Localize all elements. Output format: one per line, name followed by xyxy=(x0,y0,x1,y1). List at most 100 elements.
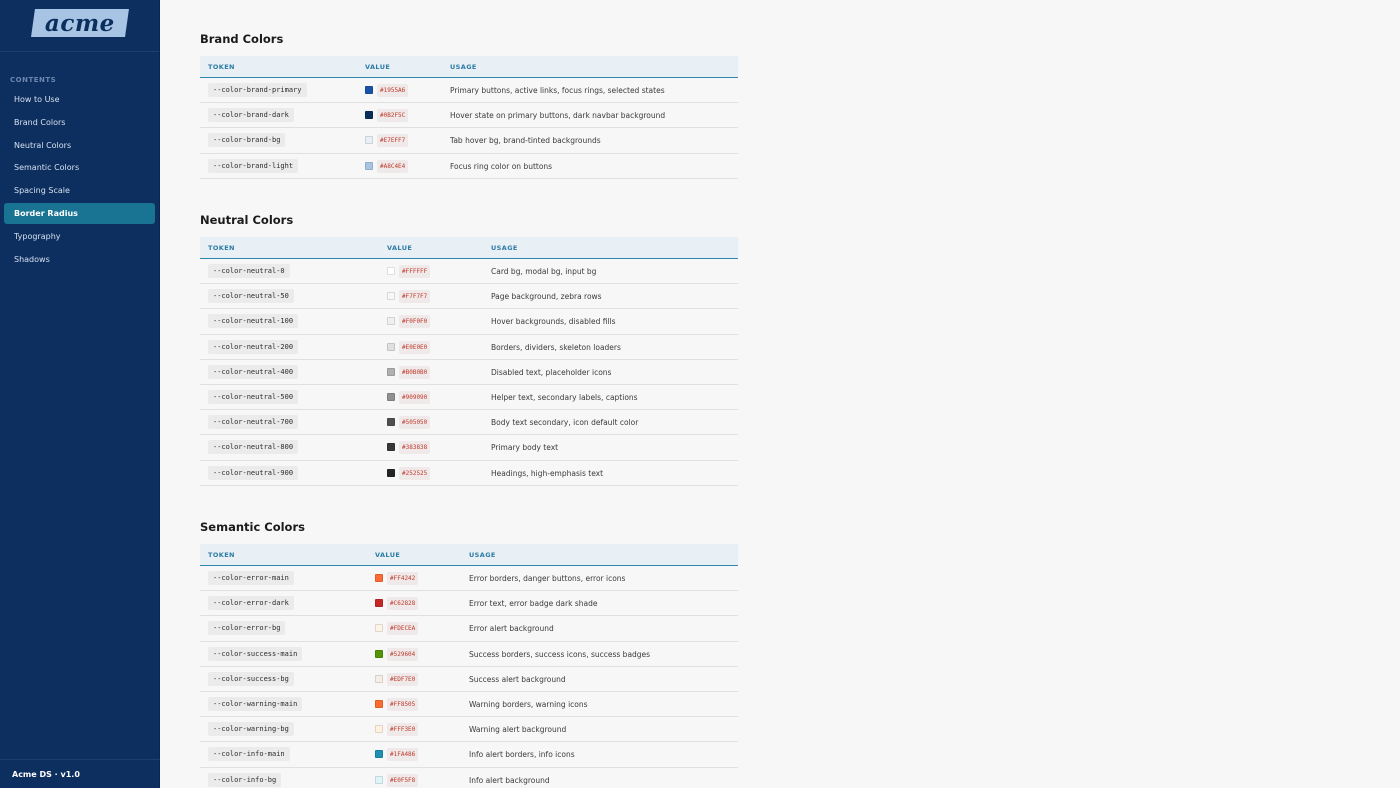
usage-text: Info alert borders, info icons xyxy=(469,750,575,760)
table-row: --color-success-bg #EDF7E0 Success alert b… xyxy=(200,667,738,692)
table-row: --color-neutral-800 #383838 Primary body t… xyxy=(200,435,738,461)
token-name[interactable]: --color-neutral-100 xyxy=(208,314,299,329)
column-header-value: VALUE xyxy=(387,244,413,252)
usage-text: Body text secondary, icon default color xyxy=(491,418,639,428)
token-name[interactable]: --color-neutral-800 xyxy=(208,440,299,455)
color-swatch xyxy=(375,574,383,582)
hex-value[interactable]: #FFFFFF xyxy=(399,265,431,278)
token-name[interactable]: --color-neutral-900 xyxy=(208,465,299,480)
usage-text: Tab hover bg, brand-tinted backgrounds xyxy=(450,136,601,146)
table-row: --color-neutral-900 #252525 Headings, high… xyxy=(200,461,738,486)
table-row: --color-error-main #FF4242 Error borders, … xyxy=(200,566,738,592)
hex-value[interactable]: #FF4242 xyxy=(387,572,419,585)
hex-value[interactable]: #1955A6 xyxy=(377,84,409,97)
usage-text: Warning alert background xyxy=(469,725,567,735)
token-name[interactable]: --color-info-bg xyxy=(208,772,282,787)
brand-colors-title: Brand Colors xyxy=(200,32,284,46)
sidebar-item-how-to-use[interactable]: How to Use xyxy=(4,89,155,110)
token-name[interactable]: --color-error-main xyxy=(208,571,294,585)
contents-label: CONTENTS xyxy=(10,76,57,84)
token-name[interactable]: --color-error-bg xyxy=(208,621,286,636)
hex-value[interactable]: #909090 xyxy=(399,390,431,404)
logo-area: acme xyxy=(0,0,159,52)
token-name[interactable]: --color-info-main xyxy=(208,747,290,762)
table-row: --color-neutral-50 #F7F7F7 Page background… xyxy=(200,284,738,310)
hex-value[interactable]: #252525 xyxy=(399,466,431,480)
token-name[interactable]: --color-neutral-500 xyxy=(208,389,299,404)
token-name[interactable]: --color-success-main xyxy=(208,646,303,661)
token-name[interactable]: --color-brand-light xyxy=(208,158,299,173)
hex-value[interactable]: #0B2F5C xyxy=(377,109,409,123)
hex-value[interactable]: #FF8505 xyxy=(387,697,419,711)
hex-value[interactable]: #C62828 xyxy=(387,597,419,611)
token-name[interactable]: --color-warning-bg xyxy=(208,722,294,737)
column-header-value: VALUE xyxy=(375,551,401,559)
hex-value[interactable]: #505050 xyxy=(399,416,431,430)
color-swatch xyxy=(387,418,395,427)
color-swatch xyxy=(365,161,373,170)
token-name[interactable]: --color-neutral-700 xyxy=(208,415,299,430)
color-swatch xyxy=(365,111,373,120)
table-row: --color-info-main #1FA486 Info alert borde… xyxy=(200,742,738,768)
token-name[interactable]: --color-brand-dark xyxy=(208,108,294,123)
hex-value[interactable]: #E7EFF7 xyxy=(377,134,409,148)
token-name[interactable]: --color-success-bg xyxy=(208,671,294,686)
usage-text: Error alert background xyxy=(469,624,554,634)
table-row: --color-neutral-0 #FFFFFF Card bg, modal b… xyxy=(200,259,738,285)
hex-value[interactable]: #383838 xyxy=(399,441,431,455)
color-swatch xyxy=(375,775,383,784)
hex-value[interactable]: #FFF3E0 xyxy=(387,723,419,737)
sidebar-item-border-radius[interactable]: Border Radius xyxy=(4,202,155,224)
color-swatch xyxy=(375,725,383,734)
sidebar-item-brand-colors[interactable]: Brand Colors xyxy=(4,112,155,133)
table-row: --color-warning-main #FF8505 Warning borde… xyxy=(200,692,738,718)
table-row: --color-info-bg #E0F5F8 Info alert backgro… xyxy=(200,768,738,788)
sidebar-nav: How to Use Brand Colors Neutral Colors S… xyxy=(4,89,155,271)
token-name[interactable]: --color-error-dark xyxy=(208,596,294,611)
table-row: --color-neutral-200 #E0E0E0 Borders, divid… xyxy=(200,335,738,360)
token-name[interactable]: --color-neutral-200 xyxy=(208,339,299,354)
table-row: --color-brand-dark #0B2F5C Hover state on … xyxy=(200,103,738,129)
token-name[interactable]: --color-brand-primary xyxy=(208,83,307,97)
hex-value[interactable]: #E0F5F8 xyxy=(387,773,419,787)
token-name[interactable]: --color-neutral-400 xyxy=(208,364,299,379)
hex-value[interactable]: #F0F0F0 xyxy=(399,315,431,329)
sidebar-item-neutral-colors[interactable]: Neutral Colors xyxy=(4,135,155,156)
usage-text: Disabled text, placeholder icons xyxy=(491,367,612,377)
table-row: --color-neutral-400 #B0B0B0 Disabled text,… xyxy=(200,360,738,385)
version-label: Acme DS · v1.0 xyxy=(0,759,160,788)
usage-text: Info alert background xyxy=(469,775,550,785)
token-name[interactable]: --color-brand-bg xyxy=(208,133,286,148)
usage-text: Page background, zebra rows xyxy=(491,292,602,302)
usage-text: Warning borders, warning icons xyxy=(469,699,588,709)
color-swatch xyxy=(387,342,395,351)
hex-value[interactable]: #E0E0E0 xyxy=(399,340,431,354)
logo-text: acme xyxy=(44,9,115,36)
usage-text: Helper text, secondary labels, captions xyxy=(491,392,638,402)
brand-colors-table: TOKEN VALUE USAGE --color-brand-primary #195… xyxy=(200,56,738,179)
table-row: --color-warning-bg #FFF3E0 Warning alert b… xyxy=(200,717,738,743)
hex-value[interactable]: #B0B0B0 xyxy=(399,365,431,379)
token-name[interactable]: --color-neutral-50 xyxy=(208,289,294,304)
hex-value[interactable]: #A8C4E4 xyxy=(377,159,409,173)
color-swatch xyxy=(387,267,395,275)
sidebar-item-typography[interactable]: Typography xyxy=(4,226,155,247)
hex-value[interactable]: #529604 xyxy=(387,647,419,661)
usage-text: Headings, high-emphasis text xyxy=(491,468,604,478)
sidebar-item-shadows[interactable]: Shadows xyxy=(4,249,155,270)
acme-logo[interactable]: acme xyxy=(30,8,129,37)
table-row: --color-brand-light #A8C4E4 Focus ring col… xyxy=(200,154,738,179)
token-name[interactable]: --color-warning-main xyxy=(208,696,303,711)
usage-text: Hover state on primary buttons, dark nav… xyxy=(450,111,666,121)
column-header-usage: USAGE xyxy=(450,63,477,71)
hex-value[interactable]: #F7F7F7 xyxy=(399,290,431,304)
sidebar-item-spacing-scale[interactable]: Spacing Scale xyxy=(4,180,155,201)
token-name[interactable]: --color-neutral-0 xyxy=(208,264,290,278)
hex-value[interactable]: #1FA486 xyxy=(387,748,419,762)
sidebar-item-semantic-colors[interactable]: Semantic Colors xyxy=(4,157,155,178)
table-row: --color-neutral-100 #F0F0F0 Hover backgrou… xyxy=(200,309,738,335)
hex-value[interactable]: #FDECEA xyxy=(387,622,419,636)
color-swatch xyxy=(387,392,395,401)
hex-value[interactable]: #EDF7E0 xyxy=(387,672,419,686)
column-header-value: VALUE xyxy=(365,63,391,71)
